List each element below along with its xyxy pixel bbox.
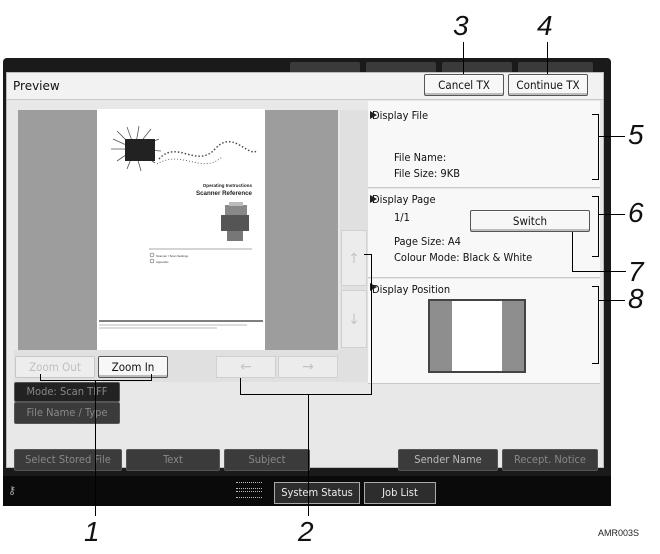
display-page-header: Display Page (372, 193, 436, 206)
position-visible-area (452, 301, 502, 371)
document-page-thumbnail: Operating Instructions Scanner Reference… (97, 109, 265, 355)
figure-code: AMR003S (598, 528, 640, 538)
zoom-out-button[interactable]: Zoom Out (15, 356, 95, 378)
recept-notice-button[interactable]: Recept. Notice (502, 449, 598, 471)
select-stored-file-button[interactable]: Select Stored File (14, 449, 122, 471)
page-counter: 1/1 (394, 211, 410, 224)
doc-title-line2: Scanner Reference (196, 190, 253, 197)
switch-button[interactable]: Switch (470, 210, 590, 232)
printer-illustration (221, 202, 249, 241)
callout-4: 4 (537, 10, 553, 41)
callout-6: 6 (628, 197, 644, 228)
scroll-up-arrow[interactable]: ↑ (341, 230, 367, 286)
callout-5-bracket (598, 114, 599, 180)
file-name-type-button[interactable]: File Name / Type (14, 402, 120, 424)
key-icon: ⚷ (8, 484, 17, 497)
callout-8: 8 (628, 283, 644, 314)
job-list-button[interactable]: Job List (364, 482, 436, 504)
display-page-marker-icon (370, 195, 377, 203)
sender-name-button[interactable]: Sender Name (398, 449, 498, 471)
continue-tx-button[interactable]: Continue TX (508, 74, 588, 96)
display-file-marker-icon (370, 111, 377, 119)
window-title: Preview (13, 79, 60, 93)
callout-5: 5 (628, 119, 644, 150)
display-position-section: Display Position (368, 279, 600, 384)
callout-3-line (463, 42, 464, 74)
display-file-section: Display File File Name: File Size: 9KB (368, 101, 600, 188)
colour-mode-text: Colour Mode: Black & White (394, 251, 533, 264)
scroll-right-arrow[interactable]: → (278, 356, 338, 378)
mode-label: Mode: Scan TIFF (14, 382, 120, 402)
callout-3: 3 (453, 10, 469, 41)
callout-2: 2 (298, 516, 314, 547)
toc-item-2: Appendix (156, 260, 169, 264)
callout-7-line (572, 232, 573, 272)
text-button[interactable]: Text (126, 449, 220, 471)
callout-6-bracket (598, 196, 599, 256)
callout-7: 7 (628, 256, 644, 287)
subject-button[interactable]: Subject (224, 449, 310, 471)
file-name-label: File Name: (394, 151, 447, 164)
callout-4-line (547, 42, 548, 74)
system-status-button[interactable]: System Status (274, 482, 360, 504)
callout-8-bracket (598, 286, 599, 364)
position-indicator (428, 299, 526, 373)
callout-2-bracket (240, 394, 372, 395)
callout-1: 1 (84, 516, 100, 547)
file-size-text: File Size: 9KB (394, 167, 460, 180)
info-panel: Display File File Name: File Size: 9KB D… (368, 101, 600, 384)
zoom-in-button[interactable]: Zoom In (98, 356, 168, 378)
document-artwork: Operating Instructions Scanner Reference… (97, 109, 265, 329)
display-file-header: Display File (372, 109, 429, 122)
scroll-left-arrow[interactable]: ← (216, 356, 276, 378)
page-size-text: Page Size: A4 (394, 235, 461, 248)
doc-title-line1: Operating Instructions (203, 183, 253, 188)
toc-item-1: Scanner / Scan Settings (156, 254, 189, 258)
display-page-section: Display Page 1/1 Page Size: A4 Colour Mo… (368, 189, 600, 278)
callout-1-bracket (40, 380, 152, 381)
cancel-tx-button[interactable]: Cancel TX (424, 74, 504, 96)
signal-indicator-icon (236, 481, 266, 499)
display-position-header: Display Position (372, 283, 451, 296)
scroll-down-arrow[interactable]: ↓ (341, 290, 367, 348)
